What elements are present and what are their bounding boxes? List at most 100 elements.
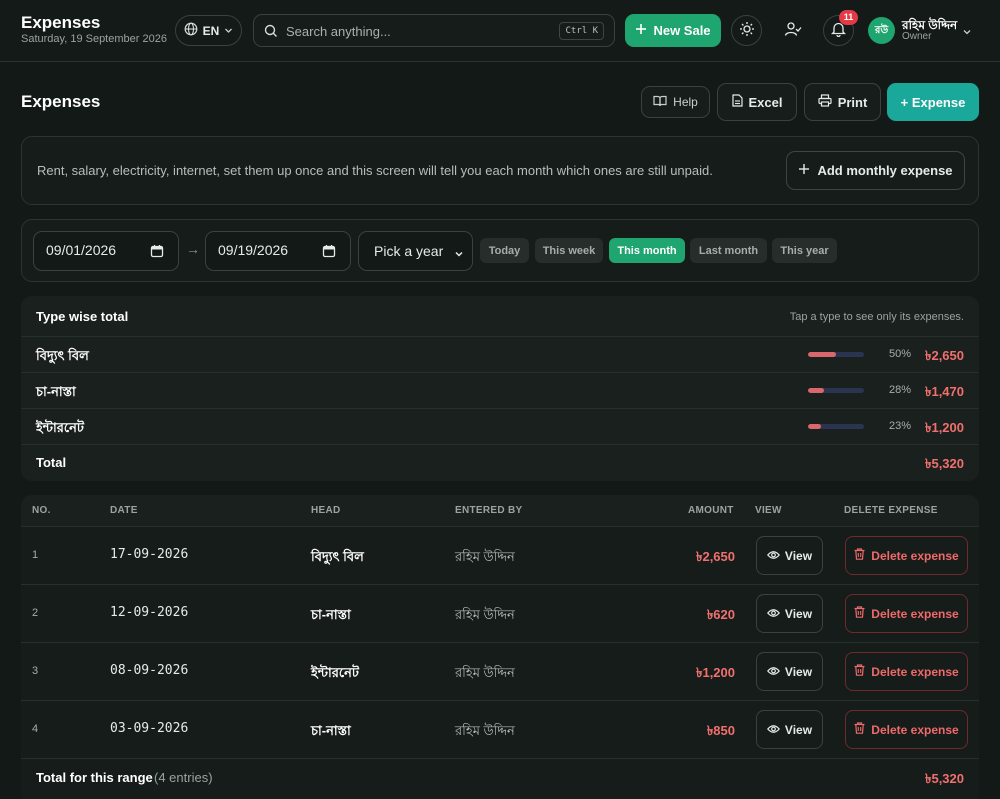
delete-label: Delete expense [871,722,959,737]
top-bar: Expenses Saturday, 19 September 2026 EN … [0,0,1000,62]
column-header-entered-by: ENTERED BY [455,505,523,516]
row-amount: ৳850 [706,723,735,738]
type-wise-heading: Type wise total [36,309,129,324]
type-name: বিদ্যুৎ বিল [36,348,89,363]
year-select[interactable]: Pick a year [358,231,473,271]
eye-icon [766,607,780,621]
search-input[interactable] [286,21,536,41]
info-text: Rent, salary, electricity, internet, set… [37,163,713,178]
row-number: 2 [32,607,39,619]
row-entered-by: রহিম উদ্দিন [455,723,515,738]
type-row[interactable]: বিদ্যুৎ বিল 50% ৳2,650 [21,336,979,372]
row-date: 12-09-2026 [110,605,189,620]
row-amount: ৳620 [706,607,735,622]
column-header-delete: DELETE EXPENSE [844,505,938,516]
row-head: বিদ্যুৎ বিল [311,549,364,564]
add-expense-button[interactable]: + Expense [887,83,979,121]
type-percent: 28% [888,384,911,396]
column-header-view: VIEW [755,505,782,516]
table-row: 4 03-09-2026 চা-নাস্তা রহিম উদ্দিন ৳850 … [21,701,979,759]
column-header-no: NO. [32,505,51,516]
view-label: View [784,722,813,737]
type-share-fill [808,352,836,357]
delete-label: Delete expense [871,664,959,679]
type-row[interactable]: ইন্টারনেট 23% ৳1,200 [21,408,979,444]
column-header-date: DATE [110,505,138,516]
row-head: চা-নাস্তা [311,723,351,738]
view-button[interactable]: View [756,652,823,691]
delete-label: Delete expense [871,606,959,621]
eye-icon [766,723,780,737]
monthly-expense-info-card: Rent, salary, electricity, internet, set… [21,136,979,205]
view-button[interactable]: View [756,594,823,633]
delete-expense-button[interactable]: Delete expense [845,652,968,691]
row-date: 08-09-2026 [110,663,189,678]
type-row[interactable]: চা-নাস্তা 28% ৳1,470 [21,372,979,408]
type-amount: ৳1,200 [924,420,964,435]
globe-icon [184,22,198,39]
add-monthly-expense-button[interactable]: Add monthly expense [786,151,965,190]
type-wise-hint: Tap a type to see only its expenses. [789,311,964,323]
type-wise-total-card: Type wise total Tap a type to see only i… [21,296,979,481]
type-total-label: Total [36,455,67,470]
app-date: Saturday, 19 September 2026 [21,33,167,45]
help-label: Help [673,95,698,109]
theme-toggle-button[interactable] [731,15,762,46]
table-row: 3 08-09-2026 ইন্টারনেট রহিম উদ্দিন ৳1,20… [21,643,979,701]
calendar-icon[interactable] [150,244,164,261]
chip-this-month[interactable]: This month [609,238,685,263]
trash-icon [854,722,865,737]
trash-icon [854,606,865,621]
start-date-field[interactable] [33,231,179,271]
new-sale-button[interactable]: New Sale [625,14,721,47]
excel-export-button[interactable]: Excel [717,83,797,121]
start-date-input[interactable] [46,242,146,258]
chip-this-year[interactable]: This year [772,238,837,263]
table-header: NO. DATE HEAD ENTERED BY AMOUNT VIEW DEL… [21,495,979,527]
range-entry-count: (4 entries) [154,770,213,785]
row-entered-by: রহিম উদ্দিন [455,665,515,680]
language-switcher[interactable]: EN [175,15,242,46]
view-button[interactable]: View [756,710,823,749]
user-check-icon [784,21,802,40]
end-date-input[interactable] [218,242,318,258]
view-button[interactable]: View [756,536,823,575]
type-amount: ৳1,470 [924,384,964,399]
chevron-down-icon[interactable] [962,25,972,40]
type-percent: 23% [888,420,911,432]
printer-icon [818,94,832,110]
row-head: ইন্টারনেট [311,665,359,680]
range-arrow-icon: → [186,241,200,257]
type-name: ইন্টারনেট [36,420,84,435]
type-share-fill [808,388,824,393]
delete-expense-button[interactable]: Delete expense [845,594,968,633]
help-button[interactable]: Help [641,86,710,118]
calendar-icon[interactable] [322,244,336,261]
user-role: Owner [902,31,932,42]
print-button[interactable]: Print [804,83,881,121]
search-icon [264,24,278,41]
trash-icon [854,548,865,563]
chip-this-week[interactable]: This week [535,238,603,263]
type-total-row: Total ৳5,320 [21,444,979,481]
plus-icon [635,23,647,38]
type-share-bar [808,388,864,393]
avatar[interactable]: রউ [868,17,895,44]
date-filter-card: → Pick a year Today This week This month… [21,219,979,282]
end-date-field[interactable] [205,231,351,271]
chip-today[interactable]: Today [480,238,529,263]
eye-icon [766,665,780,679]
type-amount: ৳2,650 [924,348,964,363]
range-total-label: Total for this range [36,770,153,785]
delete-label: Delete expense [871,548,959,563]
delete-expense-button[interactable]: Delete expense [845,536,968,575]
search-box[interactable]: Ctrl K [253,14,615,47]
sun-icon [739,21,755,40]
row-number: 3 [32,665,39,677]
staff-button[interactable] [777,15,808,46]
notification-count-badge: 11 [839,10,858,25]
table-row: 2 12-09-2026 চা-নাস্তা রহিম উদ্দিন ৳620 … [21,585,979,643]
delete-expense-button[interactable]: Delete expense [845,710,968,749]
book-icon [653,95,667,110]
chip-last-month[interactable]: Last month [690,238,767,263]
